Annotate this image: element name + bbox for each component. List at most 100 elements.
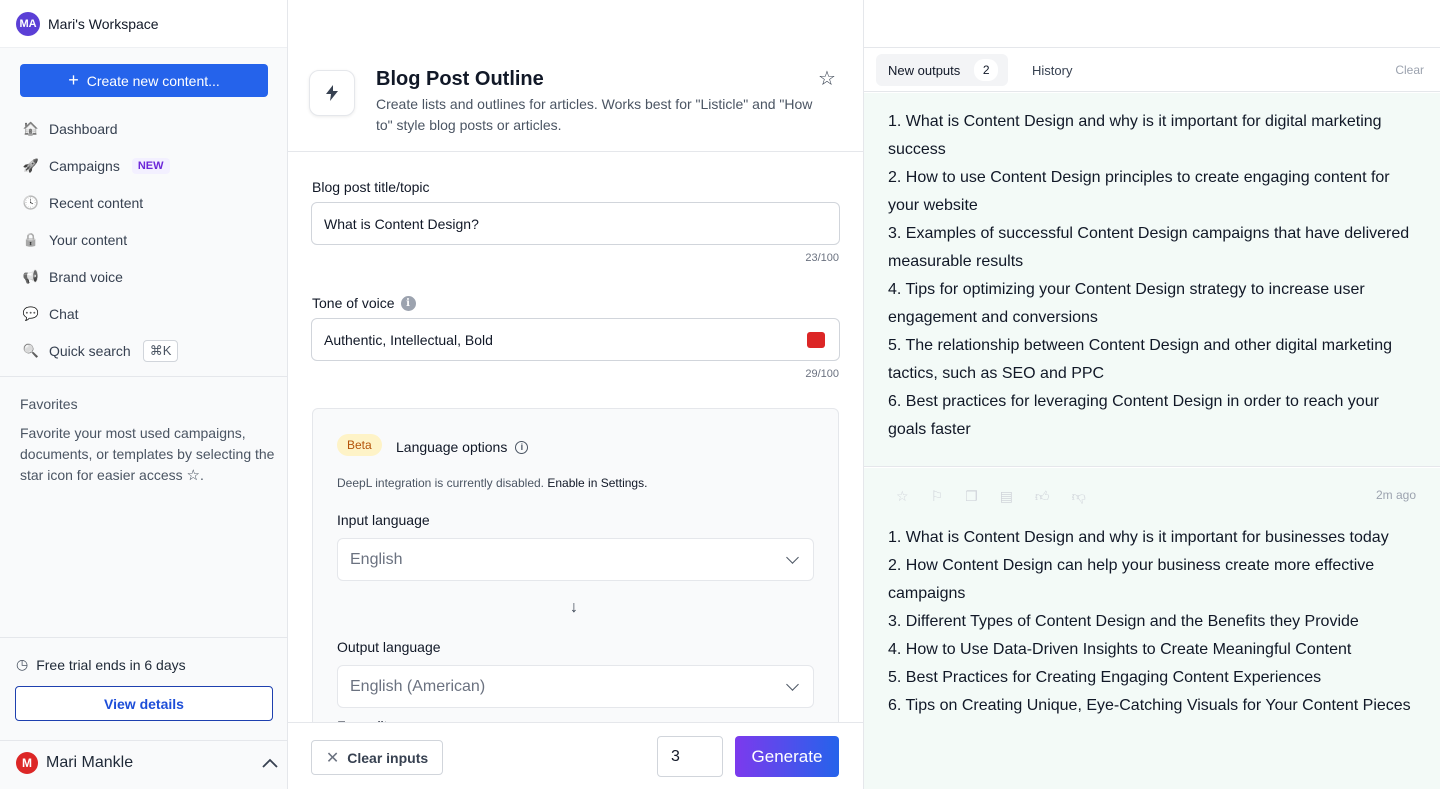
tone-value: Authentic, Intellectual, Bold xyxy=(324,331,493,348)
tone-counter: 29/100 xyxy=(805,368,839,380)
workspace-avatar: MA xyxy=(16,11,40,36)
clear-inputs-button[interactable]: ✕ Clear inputs xyxy=(311,740,443,775)
tone-label: Tone of voice i xyxy=(312,295,416,311)
user-menu[interactable]: M Mari Mankle xyxy=(16,752,278,774)
tone-input[interactable]: Authentic, Intellectual, Bold xyxy=(311,318,840,361)
output-card: ☆ ⚐ ❐ ▤ 👍︎ 👎︎ 2m ago 1. What is Content … xyxy=(864,468,1440,789)
close-icon: ✕ xyxy=(325,749,340,767)
new-outputs-count: 2 xyxy=(974,59,999,81)
info-icon[interactable]: i xyxy=(400,295,416,311)
output-timestamp: 2m ago xyxy=(1375,488,1416,502)
output-line: 5. Best Practices for Creating Engaging … xyxy=(888,669,1322,686)
clock-icon: 🕓 xyxy=(22,194,40,210)
sidebar-item-chat[interactable]: 💬 Chat xyxy=(20,295,276,332)
sidebar-item-label: Campaigns xyxy=(49,157,120,174)
output-language-value: English (American) xyxy=(350,677,486,695)
thumbs-down-icon[interactable]: 👎︎ xyxy=(1072,488,1086,505)
view-details-button[interactable]: View details xyxy=(15,686,273,721)
create-new-content-label: Create new content... xyxy=(86,72,220,89)
output-line: 3. Examples of successful Content Design… xyxy=(888,225,1410,270)
chat-icon: 💬 xyxy=(22,305,40,321)
output-line: 1. What is Content Design and why is it … xyxy=(888,529,1389,546)
page-title: Blog Post Outline xyxy=(376,68,544,90)
divider xyxy=(0,740,288,741)
bookmark-icon[interactable]: ⚐ xyxy=(931,488,944,505)
topic-counter: 23/100 xyxy=(805,252,839,264)
topic-input[interactable]: What is Content Design? xyxy=(311,202,840,245)
sidebar: MA Mari's Workspace + Create new content… xyxy=(0,0,288,789)
chevron-down-icon xyxy=(786,550,799,564)
output-actions: ☆ ⚐ ❐ ▤ 👍︎ 👎︎ xyxy=(888,468,1416,524)
favorites-title: Favorites xyxy=(20,396,78,412)
output-card: 1. What is Content Design and why is it … xyxy=(864,93,1440,467)
megaphone-icon: 📢 xyxy=(22,268,40,284)
sidebar-item-quick-search[interactable]: 🔍 Quick search ⌘K xyxy=(20,332,276,369)
deepl-note-text: DeepL integration is currently disabled. xyxy=(337,476,545,490)
generate-button[interactable]: Generate xyxy=(735,736,839,777)
output-line: 5. The relationship between Content Desi… xyxy=(888,337,1393,382)
divider xyxy=(0,376,288,377)
lightning-icon xyxy=(309,70,355,116)
new-badge: NEW xyxy=(131,157,170,174)
enable-settings-link[interactable]: Enable in Settings. xyxy=(547,476,647,490)
star-icon: ☆ xyxy=(186,467,200,484)
form-footer: ✕ Clear inputs 3 Generate xyxy=(288,722,863,789)
language-options-label: Language options xyxy=(396,439,508,455)
output-line: 1. What is Content Design and why is it … xyxy=(888,113,1382,158)
sidebar-item-brand-voice[interactable]: 📢 Brand voice xyxy=(20,258,276,295)
chevron-down-icon xyxy=(786,677,799,691)
sidebar-item-campaigns[interactable]: 🚀 Campaigns NEW xyxy=(20,147,276,184)
star-icon[interactable]: ☆ xyxy=(896,488,909,505)
keyboard-shortcut: ⌘K xyxy=(142,339,179,362)
output-language-select[interactable]: English (American) xyxy=(337,665,814,708)
avatar: M xyxy=(16,752,38,774)
favorites-description: Favorite your most used campaigns, docum… xyxy=(20,423,276,486)
output-language-label: Output language xyxy=(337,639,441,655)
home-icon: 🏠 xyxy=(22,120,40,136)
output-line: 4. Tips for optimizing your Content Desi… xyxy=(888,281,1365,326)
clear-inputs-label: Clear inputs xyxy=(347,749,429,766)
trial-notice: ◷ Free trial ends in 6 days xyxy=(16,656,186,673)
workspace-switcher[interactable]: MA Mari's Workspace xyxy=(0,0,287,48)
tab-history[interactable]: History xyxy=(1032,63,1072,78)
timer-icon: ◷ xyxy=(16,656,29,672)
copy-icon[interactable]: ❐ xyxy=(965,488,978,505)
info-icon[interactable]: i xyxy=(515,440,529,454)
thumbs-up-icon[interactable]: 👍︎ xyxy=(1035,488,1050,505)
outputs-panel: New outputs 2 History Clear 1. What is C… xyxy=(864,48,1440,789)
beta-badge: Beta xyxy=(337,434,382,456)
sidebar-item-label: Recent content xyxy=(49,194,144,211)
input-language-select[interactable]: English xyxy=(337,538,814,581)
favorite-star-icon[interactable]: ☆ xyxy=(818,66,836,91)
sidebar-nav: 🏠 Dashboard 🚀 Campaigns NEW 🕓 Recent con… xyxy=(20,110,276,369)
arrow-down-icon: ↓ xyxy=(570,599,578,616)
sidebar-item-label: Dashboard xyxy=(49,120,118,137)
clear-outputs-button[interactable]: Clear xyxy=(1395,63,1424,77)
sidebar-item-label: Quick search xyxy=(49,342,131,359)
sidebar-item-recent-content[interactable]: 🕓 Recent content xyxy=(20,184,276,221)
tone-label-text: Tone of voice xyxy=(312,295,395,311)
output-count-input[interactable]: 3 xyxy=(657,736,723,777)
sidebar-item-label: Chat xyxy=(49,305,79,322)
favorites-text: Favorite your most used campaigns, docum… xyxy=(20,425,275,483)
divider xyxy=(0,637,288,638)
output-line: 6. Best practices for leveraging Content… xyxy=(888,393,1379,438)
chevron-up-icon xyxy=(262,758,278,768)
plus-icon: + xyxy=(68,69,79,90)
sidebar-item-your-content[interactable]: 🔒 Your content xyxy=(20,221,276,258)
tab-new-outputs-label: New outputs xyxy=(888,62,961,78)
tool-header: Blog Post Outline Create lists and outli… xyxy=(288,49,863,152)
sidebar-item-label: Brand voice xyxy=(49,268,123,285)
tool-form-panel: Blog Post Outline Create lists and outli… xyxy=(288,0,864,789)
user-name: Mari Mankle xyxy=(46,754,134,771)
document-icon[interactable]: ▤ xyxy=(1000,488,1013,505)
output-line: 3. Different Types of Content Design and… xyxy=(888,613,1359,630)
trial-text: Free trial ends in 6 days xyxy=(36,656,186,673)
topic-label: Blog post title/topic xyxy=(312,179,430,195)
sidebar-item-dashboard[interactable]: 🏠 Dashboard xyxy=(20,110,276,147)
create-new-content-button[interactable]: + Create new content... xyxy=(20,64,268,97)
input-language-label: Input language xyxy=(337,512,430,528)
tab-new-outputs[interactable]: New outputs 2 xyxy=(876,54,1009,86)
grammar-check-icon[interactable] xyxy=(807,332,825,348)
workspace-name: Mari's Workspace xyxy=(48,15,159,32)
